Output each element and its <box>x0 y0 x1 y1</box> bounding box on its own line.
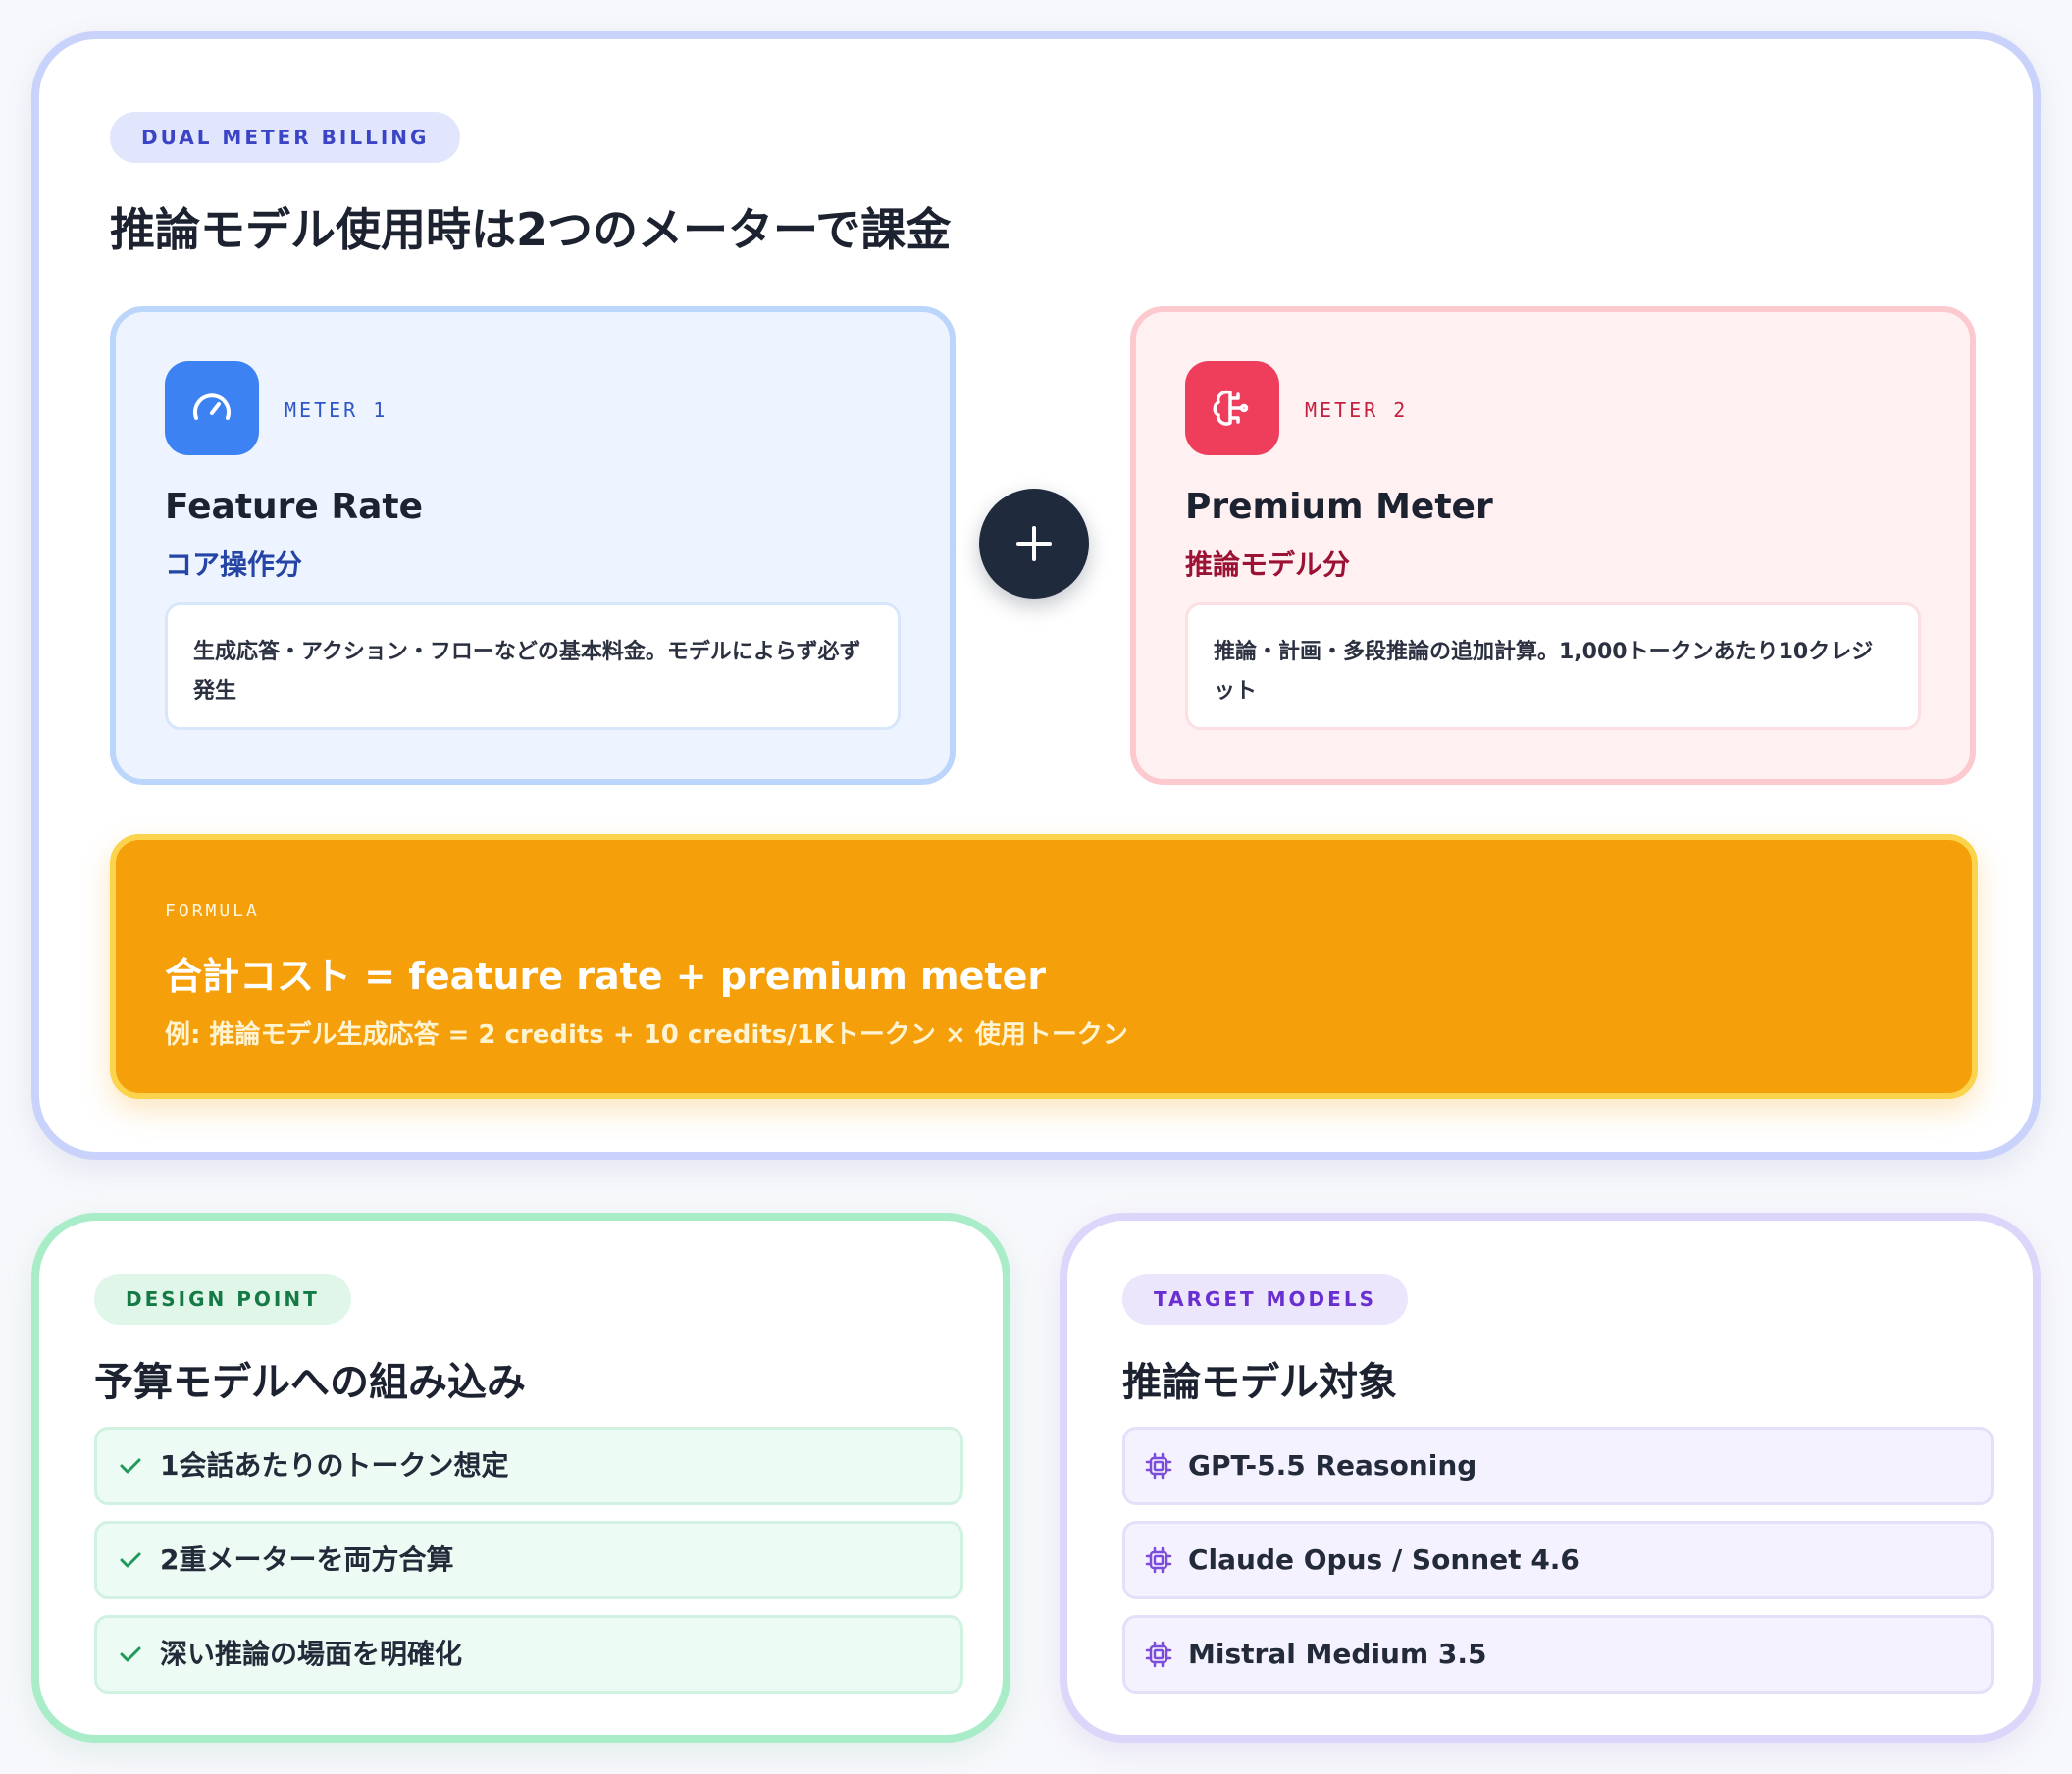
meter-title: Feature Rate <box>165 487 424 527</box>
cpu-chip-icon <box>1145 1546 1172 1574</box>
list-item-text: 深い推論の場面を明確化 <box>160 1638 463 1670</box>
meter-subtitle: 推論モデル分 <box>1185 548 1351 581</box>
design-point-card: DESIGN POINT 予算モデルへの組み込み 1会話あたりのトークン想定 2… <box>31 1213 1010 1743</box>
design-point-badge: DESIGN POINT <box>94 1274 351 1325</box>
meter-label: METER 2 <box>1305 398 1409 422</box>
meter-title: Premium Meter <box>1185 487 1493 527</box>
meter-description: 生成応答・アクション・フローなどの基本料金。モデルによらず必ず発生 <box>165 602 901 730</box>
meter-1-card: METER 1 Feature Rate コア操作分 生成応答・アクション・フロ… <box>110 306 956 785</box>
target-models-card: TARGET MODELS 推論モデル対象 GPT-5.5 Reasoning … <box>1060 1213 2041 1743</box>
formula-box: FORMULA 合計コスト = feature rate + premium m… <box>110 834 1978 1099</box>
plus-icon <box>979 489 1089 599</box>
cpu-chip-icon <box>1145 1641 1172 1668</box>
list-item: GPT-5.5 Reasoning <box>1122 1427 1994 1505</box>
list-item-text: Mistral Medium 3.5 <box>1188 1638 1487 1670</box>
formula-expression: 合計コスト = feature rate + premium meter <box>165 955 1047 998</box>
list-item-text: 2重メーターを両方合算 <box>160 1543 454 1576</box>
list-item-text: 1会話あたりのトークン想定 <box>160 1449 509 1482</box>
list-item: Claude Opus / Sonnet 4.6 <box>1122 1521 1994 1599</box>
target-models-title: 推論モデル対象 <box>1122 1360 1397 1405</box>
list-item-text: GPT-5.5 Reasoning <box>1188 1449 1477 1482</box>
meter-description: 推論・計画・多段推論の追加計算。1,000トークンあたり10クレジット <box>1185 602 1921 730</box>
speedometer-icon <box>165 361 259 455</box>
cpu-chip-icon <box>1145 1452 1172 1480</box>
list-item: 1会話あたりのトークン想定 <box>94 1427 963 1505</box>
dual-meter-card: DUAL METER BILLING 推論モデル使用時は2つのメーターで課金 M… <box>31 31 2041 1160</box>
target-models-badge: TARGET MODELS <box>1122 1274 1408 1325</box>
meter-2-card: METER 2 Premium Meter 推論モデル分 推論・計画・多段推論の… <box>1130 306 1976 785</box>
page-title: 推論モデル使用時は2つのメーターで課金 <box>110 203 952 256</box>
meter-subtitle: コア操作分 <box>165 548 303 581</box>
design-point-title: 予算モデルへの組み込み <box>94 1360 526 1405</box>
check-icon <box>120 1458 141 1474</box>
design-point-list: 1会話あたりのトークン想定 2重メーターを両方合算 深い推論の場面を明確化 <box>94 1427 963 1709</box>
target-models-list: GPT-5.5 Reasoning Claude Opus / Sonnet 4… <box>1122 1427 1994 1709</box>
formula-label: FORMULA <box>165 901 260 921</box>
formula-example: 例: 推論モデル生成応答 = 2 credits + 10 credits/1K… <box>165 1020 1128 1050</box>
list-item: Mistral Medium 3.5 <box>1122 1615 1994 1694</box>
list-item-text: Claude Opus / Sonnet 4.6 <box>1188 1543 1580 1576</box>
check-icon <box>120 1646 141 1662</box>
dual-meter-badge: DUAL METER BILLING <box>110 112 461 163</box>
check-icon <box>120 1552 141 1568</box>
brain-icon <box>1185 361 1279 455</box>
meter-label: METER 1 <box>285 398 388 422</box>
list-item: 深い推論の場面を明確化 <box>94 1615 963 1694</box>
list-item: 2重メーターを両方合算 <box>94 1521 963 1599</box>
